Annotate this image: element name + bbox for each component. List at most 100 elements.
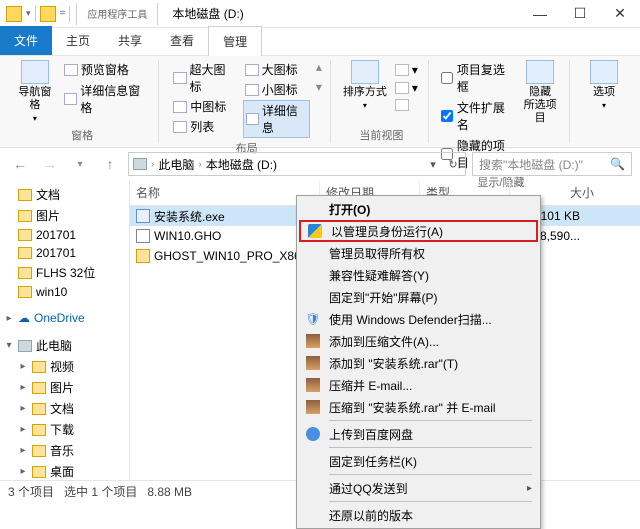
qat-arrow[interactable]: ▾ <box>26 8 31 19</box>
forward-button[interactable]: → <box>38 152 62 176</box>
tree-item[interactable]: ▸文档 <box>0 398 129 419</box>
folder-icon <box>32 424 46 436</box>
rar-icon <box>306 378 320 392</box>
scroll-up-icon[interactable]: ▴ <box>316 60 322 74</box>
ctx-admin-ownership[interactable]: 管理员取得所有权 <box>299 242 538 264</box>
tree-this-pc[interactable]: ▾此电脑 <box>0 335 129 356</box>
tree-item[interactable]: win10 <box>0 283 129 301</box>
minimize-button[interactable]: — <box>520 0 560 28</box>
search-placeholder: 搜索"本地磁盘 (D:)" <box>479 156 583 173</box>
tree-item[interactable]: 图片 <box>0 205 129 226</box>
folder-icon <box>32 445 46 457</box>
dropdown-icon[interactable]: ▾ <box>425 158 441 171</box>
col-name[interactable]: 名称 <box>130 180 320 205</box>
details-button[interactable]: 详细信息 <box>243 100 310 138</box>
group-label: 窗格 <box>71 125 93 143</box>
address-bar[interactable]: › 此电脑 › 本地磁盘 (D:) ▾ ↻ <box>128 152 466 176</box>
rar-icon <box>306 334 320 348</box>
search-input[interactable]: 搜索"本地磁盘 (D:)" 🔍 <box>472 152 632 176</box>
ctx-email-rar[interactable]: 压缩到 "安装系统.rar" 并 E-mail <box>299 396 538 418</box>
preview-pane-button[interactable]: 预览窗格 <box>62 60 150 79</box>
ctx-compat-troubleshoot[interactable]: 兼容性疑难解答(Y) <box>299 264 538 286</box>
options-button[interactable]: 选项 ▾ <box>582 60 626 111</box>
contextual-tool-tab[interactable]: 应用程序工具 <box>76 3 158 25</box>
ribbon-group-current-view: 排序方式 ▾ ▾ ▾ 当前视图 <box>335 60 429 143</box>
size-columns-button[interactable] <box>393 98 420 112</box>
status-count: 3 个项目 <box>8 483 54 500</box>
lg-icons-button[interactable]: 大图标 <box>243 60 310 79</box>
ctx-add-archive[interactable]: 添加到压缩文件(A)... <box>299 330 538 352</box>
nav-tree[interactable]: 文档图片201701201701FLHS 32位win10 ▸☁OneDrive… <box>0 180 130 480</box>
sort-by-button[interactable]: 排序方式 ▾ <box>343 60 387 111</box>
tree-onedrive[interactable]: ▸☁OneDrive <box>0 309 129 327</box>
group-label: 当前视图 <box>359 125 403 143</box>
context-menu: 打开(O) 以管理员身份运行(A) 管理员取得所有权 兼容性疑难解答(Y) 固定… <box>296 195 541 529</box>
ctx-pin-start[interactable]: 固定到"开始"屏幕(P) <box>299 286 538 308</box>
crumb-path[interactable]: 本地磁盘 (D:) <box>206 156 277 173</box>
hide-selected-button[interactable]: 隐藏 所选项目 <box>519 60 561 126</box>
tab-file[interactable]: 文件 <box>0 26 52 55</box>
ctx-email[interactable]: 压缩并 E-mail... <box>299 374 538 396</box>
folder-icon <box>18 229 32 241</box>
scroll-down-icon[interactable]: ▾ <box>316 80 322 94</box>
ctx-qq-send[interactable]: 通过QQ发送到▸ <box>299 477 538 499</box>
tree-item[interactable]: ▸桌面 <box>0 461 129 480</box>
ribbon-group-layout: 超大图标 中图标 列表 大图标 小图标 详细信息 ▴ ▾ 布局 <box>163 60 331 143</box>
tab-view[interactable]: 查看 <box>156 26 208 55</box>
pc-icon <box>133 158 147 170</box>
ctx-run-as-admin[interactable]: 以管理员身份运行(A) <box>299 220 538 242</box>
list-button[interactable]: 列表 <box>171 117 236 136</box>
check-file-ext[interactable]: 文件扩展名 <box>441 98 513 134</box>
up-button[interactable]: ↑ <box>98 152 122 176</box>
maximize-button[interactable]: ☐ <box>560 0 600 28</box>
folder-icon <box>6 6 22 22</box>
titlebar: ▾ = 应用程序工具 本地磁盘 (D:) — ☐ ✕ <box>0 0 640 28</box>
nav-pane-button[interactable]: 导航窗格 ▾ <box>14 60 56 124</box>
crumb-this-pc[interactable]: 此电脑 <box>158 156 194 173</box>
tree-item[interactable]: ▸图片 <box>0 377 129 398</box>
ribbon-group-panes: 导航窗格 ▾ 预览窗格 详细信息窗格 窗格 <box>6 60 159 143</box>
quick-access-toolbar: ▾ = <box>0 6 76 22</box>
ctx-restore-versions[interactable]: 还原以前的版本 <box>299 504 538 526</box>
xl-icons-button[interactable]: 超大图标 <box>171 60 236 96</box>
tree-item[interactable]: ▸视频 <box>0 356 129 377</box>
qat-arrow[interactable]: = <box>60 8 66 19</box>
ctx-open[interactable]: 打开(O) <box>299 198 538 220</box>
folder-icon <box>18 247 32 259</box>
window-title: 本地磁盘 (D:) <box>172 5 243 22</box>
ctx-defender-scan[interactable]: 🛡使用 Windows Defender扫描... <box>299 308 538 330</box>
address-row: ← → ▾ ↑ › 此电脑 › 本地磁盘 (D:) ▾ ↻ 搜索"本地磁盘 (D… <box>0 148 640 180</box>
sm-icons-button[interactable]: 小图标 <box>243 80 310 99</box>
back-button[interactable]: ← <box>8 152 32 176</box>
close-button[interactable]: ✕ <box>600 0 640 28</box>
ctx-baidu-upload[interactable]: 上传到百度网盘 <box>299 423 538 445</box>
folder-icon <box>32 361 46 373</box>
chevron-icon[interactable]: › <box>198 159 201 170</box>
tree-item[interactable]: 201701 <box>0 226 129 244</box>
tree-item[interactable]: 201701 <box>0 244 129 262</box>
check-item-checkboxes[interactable]: 项目复选框 <box>441 60 513 96</box>
ribbon: 导航窗格 ▾ 预览窗格 详细信息窗格 窗格 超大图标 中图标 列表 大图标 小图… <box>0 56 640 148</box>
tree-item[interactable]: ▸下载 <box>0 419 129 440</box>
refresh-icon[interactable]: ↻ <box>445 158 461 171</box>
tree-item[interactable]: ▸音乐 <box>0 440 129 461</box>
tab-home[interactable]: 主页 <box>52 26 104 55</box>
file-icon <box>136 249 150 263</box>
tab-manage[interactable]: 管理 <box>208 26 262 56</box>
folder-icon <box>18 210 32 222</box>
rar-icon <box>306 356 320 370</box>
history-dropdown[interactable]: ▾ <box>68 152 92 176</box>
tree-item[interactable]: 文档 <box>0 184 129 205</box>
tree-item[interactable]: FLHS 32位 <box>0 262 129 283</box>
chevron-icon[interactable]: › <box>151 159 154 170</box>
md-icons-button[interactable]: 中图标 <box>171 97 236 116</box>
add-columns-button[interactable]: ▾ <box>393 80 420 96</box>
ctx-add-rar[interactable]: 添加到 "安装系统.rar"(T) <box>299 352 538 374</box>
ribbon-group-show-hide: 项目复选框 文件扩展名 隐藏的项目 隐藏 所选项目 显示/隐藏 <box>433 60 570 143</box>
ctx-pin-taskbar[interactable]: 固定到任务栏(K) <box>299 450 538 472</box>
ribbon-tabs: 文件 主页 共享 查看 管理 <box>0 28 640 56</box>
tab-share[interactable]: 共享 <box>104 26 156 55</box>
ribbon-group-options: 选项 ▾ <box>574 60 634 143</box>
group-by-button[interactable]: ▾ <box>393 62 420 78</box>
details-pane-button[interactable]: 详细信息窗格 <box>62 81 150 117</box>
